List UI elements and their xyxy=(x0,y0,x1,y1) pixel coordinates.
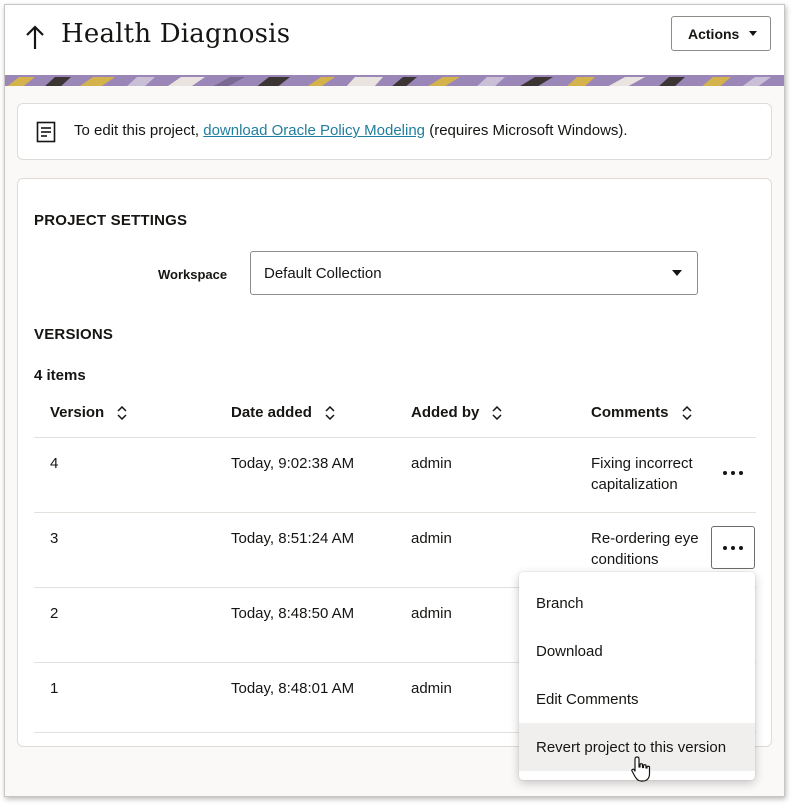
more-horizontal-icon xyxy=(723,546,743,550)
info-message-card: To edit this project, download Oracle Po… xyxy=(17,103,772,160)
chevron-down-icon xyxy=(672,270,682,276)
page-header: Health Diagnosis Actions xyxy=(5,5,784,75)
date-added-cell: Today, 8:51:24 AM xyxy=(231,530,355,547)
workspace-label: Workspace xyxy=(158,267,228,282)
table-header: Version Date added Added by Comments xyxy=(34,391,756,438)
column-header-added-by[interactable]: Added by xyxy=(411,404,503,421)
decorative-banner xyxy=(5,75,784,86)
comments-cell: Re-ordering eye conditions xyxy=(591,528,715,570)
arrow-up-icon[interactable] xyxy=(23,23,47,53)
info-text-before: To edit this project, xyxy=(74,122,204,139)
column-header-label: Date added xyxy=(231,404,312,421)
date-added-cell: Today, 8:48:01 AM xyxy=(231,680,355,697)
date-added-cell: Today, 8:48:50 AM xyxy=(231,605,355,622)
versions-heading: VERSIONS xyxy=(34,326,114,343)
sort-icon xyxy=(325,405,335,420)
sort-icon xyxy=(117,405,127,420)
comment-line: capitalization xyxy=(591,476,678,493)
menu-item-edit-comments[interactable]: Edit Comments xyxy=(519,675,755,723)
column-header-version[interactable]: Version xyxy=(50,404,128,421)
page-title: Health Diagnosis xyxy=(61,19,291,49)
added-by-cell: admin xyxy=(411,530,452,547)
sort-icon xyxy=(492,405,502,420)
sort-icon xyxy=(681,405,692,420)
info-message: To edit this project, download Oracle Po… xyxy=(74,122,628,139)
column-header-label: Added by xyxy=(411,404,480,421)
more-horizontal-icon xyxy=(723,471,743,475)
added-by-cell: admin xyxy=(411,605,452,622)
version-cell: 3 xyxy=(50,530,59,547)
column-header-date-added[interactable]: Date added xyxy=(231,404,336,421)
workspace-select[interactable]: Default Collection xyxy=(250,251,698,295)
column-header-comments[interactable]: Comments xyxy=(591,404,693,421)
actions-button-label: Actions xyxy=(688,25,740,42)
download-opm-link[interactable]: download Oracle Policy Modeling xyxy=(203,122,425,139)
comment-line: conditions xyxy=(591,551,659,568)
added-by-cell: admin xyxy=(411,455,452,472)
chevron-down-icon xyxy=(749,31,757,36)
row-actions-menu: Branch Download Edit Comments Revert pro… xyxy=(519,572,755,780)
document-icon xyxy=(36,121,56,143)
menu-item-branch[interactable]: Branch xyxy=(519,579,755,627)
version-cell: 4 xyxy=(50,455,59,472)
info-text-after: (requires Microsoft Windows). xyxy=(425,122,628,139)
project-settings-heading: PROJECT SETTINGS xyxy=(34,212,188,229)
version-cell: 2 xyxy=(50,605,59,622)
column-header-label: Version xyxy=(50,404,105,421)
column-header-label: Comments xyxy=(591,404,669,421)
hand-pointer-icon xyxy=(631,756,651,782)
version-cell: 1 xyxy=(50,680,59,697)
workspace-select-value: Default Collection xyxy=(264,264,382,282)
comments-cell: Fixing incorrect capitalization xyxy=(591,453,715,495)
actions-button[interactable]: Actions xyxy=(671,16,771,51)
table-row: 4 Today, 9:02:38 AM admin Fixing incorre… xyxy=(34,438,756,513)
row-actions-button[interactable] xyxy=(711,526,755,569)
added-by-cell: admin xyxy=(411,680,452,697)
comment-line: Fixing incorrect xyxy=(591,455,693,472)
menu-item-download[interactable]: Download xyxy=(519,627,755,675)
date-added-cell: Today, 9:02:38 AM xyxy=(231,455,355,472)
versions-item-count: 4 items xyxy=(34,367,86,384)
banner-pattern xyxy=(5,77,784,86)
row-actions-button[interactable] xyxy=(711,451,755,494)
comment-line: Re-ordering eye xyxy=(591,530,699,547)
